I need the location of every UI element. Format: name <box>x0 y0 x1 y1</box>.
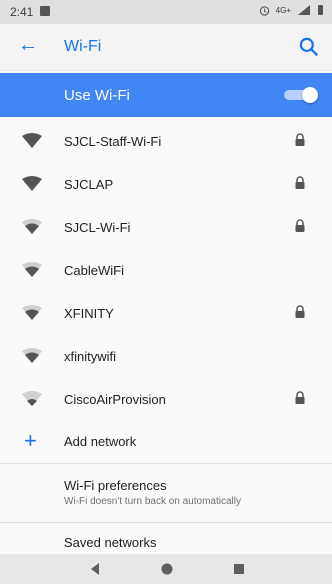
wifi-preferences-title: Wi-Fi preferences <box>64 478 167 493</box>
wifi-signal-medium-icon <box>22 348 42 363</box>
add-network-label: Add network <box>64 434 137 449</box>
network-row-xfinitywifi[interactable]: xfinitywifi <box>0 334 332 377</box>
network-name: xfinitywifi <box>64 349 117 364</box>
wifi-signal-medium-icon <box>22 262 42 277</box>
network-row-cablewifi[interactable]: CableWiFi <box>0 248 332 291</box>
search-icon[interactable] <box>296 34 322 60</box>
network-row-sjcl-wifi[interactable]: SJCL-Wi-Fi <box>0 205 332 248</box>
network-name: SJCL-Wi-Fi <box>64 220 131 235</box>
nav-home-icon[interactable] <box>160 562 174 576</box>
lock-icon <box>295 176 305 189</box>
network-name: XFINITY <box>64 306 114 321</box>
network-name: CiscoAirProvision <box>64 392 166 407</box>
network-list: SJCL-Staff-Wi-Fi SJCLAP SJCL-Wi-Fi Cable… <box>0 119 332 563</box>
network-name: SJCLAP <box>64 177 114 192</box>
network-row-xfinity[interactable]: XFINITY <box>0 291 332 334</box>
lock-icon <box>295 133 305 146</box>
network-row-ciscoairprovision[interactable]: CiscoAirProvision <box>0 377 332 420</box>
alarm-icon <box>259 5 269 16</box>
network-name: SJCL-Staff-Wi-Fi <box>64 134 162 149</box>
lock-icon <box>295 391 305 404</box>
lock-icon <box>295 219 305 232</box>
app-bar: ← Wi-Fi <box>0 24 332 71</box>
lock-icon <box>295 305 305 318</box>
wifi-signal-medium-icon <box>22 219 42 234</box>
status-bar: 2:41 4G+ <box>0 0 332 24</box>
use-wifi-master-row[interactable]: Use Wi-Fi <box>0 73 332 117</box>
clock: 2:41 <box>10 5 34 19</box>
wifi-preferences-row[interactable]: Wi-Fi preferences Wi-Fi doesn't turn bac… <box>0 464 332 522</box>
back-arrow-icon[interactable]: ← <box>18 35 38 55</box>
wifi-signal-medium-icon <box>22 305 42 320</box>
toggle-knob <box>302 87 318 103</box>
wifi-preferences-subtitle: Wi-Fi doesn't turn back on automatically <box>64 496 241 507</box>
notification-icon <box>40 6 50 16</box>
navigation-bar <box>0 554 332 584</box>
page-title: Wi-Fi <box>64 38 102 55</box>
add-network-row[interactable]: + Add network <box>0 420 332 463</box>
network-row-sjcl-staff[interactable]: SJCL-Staff-Wi-Fi <box>0 119 332 162</box>
wifi-signal-full-icon <box>22 176 42 191</box>
network-name: CableWiFi <box>64 263 124 278</box>
nav-recents-icon[interactable] <box>232 562 246 576</box>
network-row-sjclap[interactable]: SJCLAP <box>0 162 332 205</box>
wifi-signal-low-icon <box>22 391 42 406</box>
use-wifi-label: Use Wi-Fi <box>64 87 130 104</box>
battery-icon <box>318 5 323 15</box>
saved-networks-title: Saved networks <box>64 535 157 550</box>
system-icons: 4G+ <box>259 4 324 16</box>
network-type-label: 4G+ <box>275 5 291 15</box>
wifi-toggle-switch[interactable] <box>284 87 318 103</box>
wifi-signal-full-icon <box>22 133 42 148</box>
nav-back-icon[interactable] <box>88 562 102 576</box>
signal-icon <box>298 5 310 15</box>
add-icon: + <box>24 428 37 453</box>
